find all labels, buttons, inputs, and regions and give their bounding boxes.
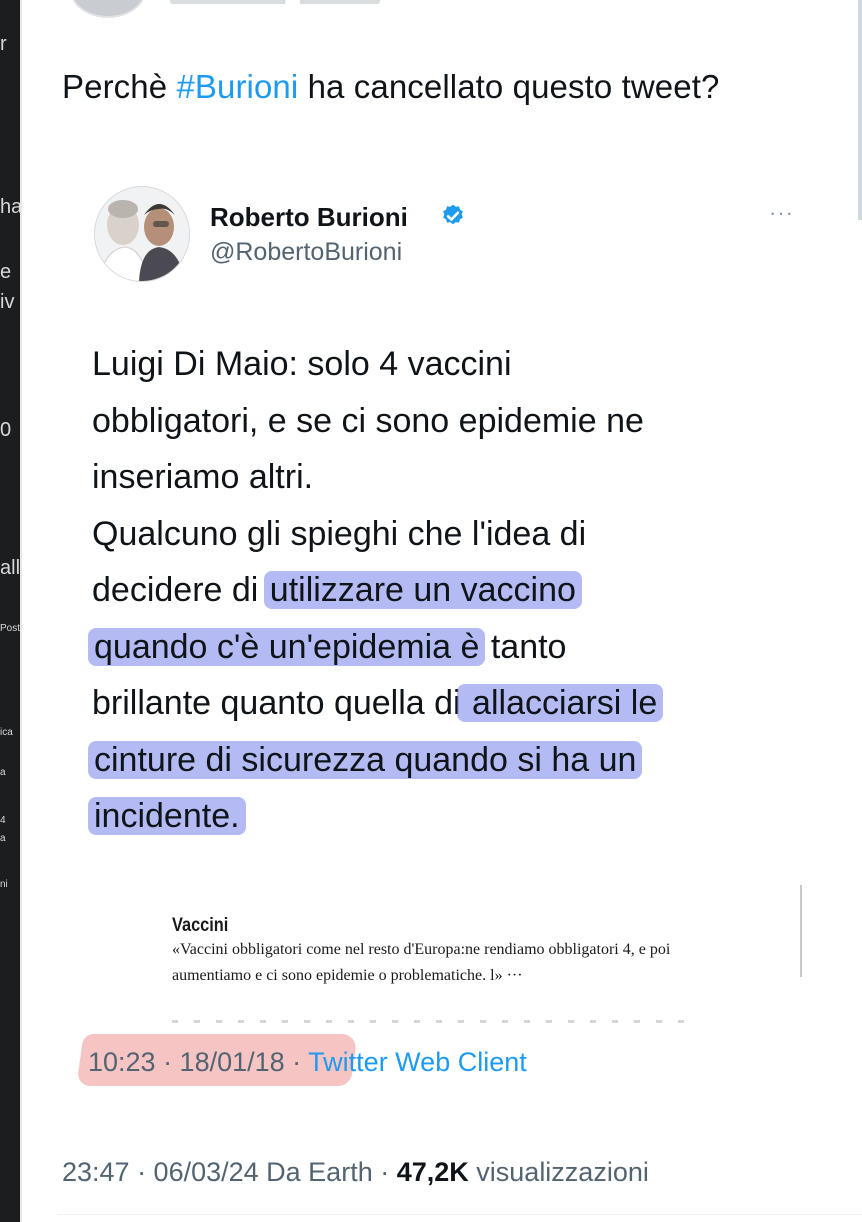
divider — [800, 885, 802, 977]
article-fade — [172, 1020, 692, 1023]
hashtag-link[interactable]: #Burioni — [176, 68, 298, 105]
quoted-display-name: Roberto Burioni — [210, 202, 408, 232]
body-text: brillante quanto quella di — [92, 684, 461, 722]
left-fragment: iv — [0, 291, 15, 313]
article-clipping: Vaccini «Vaccini obbligatori come nel re… — [150, 885, 802, 1023]
article-title: Vaccini — [172, 915, 229, 936]
left-fragment: a — [0, 767, 6, 778]
body-line: Luigi Di Maio: solo 4 vaccini — [92, 345, 512, 383]
scrollbar[interactable] — [858, 0, 862, 220]
tweet-text-end: ha cancellato questo tweet? — [298, 68, 720, 105]
highlighted-text: cinture di sicurezza quando si ha un — [88, 740, 643, 779]
author-name-fragment — [170, 0, 380, 4]
body-line: inseriamo altri. — [92, 458, 314, 496]
left-fragment: 0 — [0, 419, 12, 441]
body-line: obbligatori, e se ci sono epidemie ne — [92, 401, 644, 440]
article-text: «Vaccini obbligatori come nel resto d'Eu… — [172, 941, 671, 958]
body-line: Qualcuno gli spieghi che l'idea di — [92, 514, 587, 553]
left-fragment: ica — [0, 727, 13, 738]
left-background-ui: r ha e iv 0 all Post ica a 4 a ni — [0, 0, 20, 1222]
left-fragment: a — [0, 833, 6, 844]
verified-badge-icon — [443, 204, 463, 225]
tweet-text: Perchè #Burioni ha cancellato questo twe… — [62, 68, 719, 106]
quoted-handle: @RobertoBurioni — [210, 238, 403, 266]
body-line: incidente. — [88, 788, 812, 845]
body-text: tanto — [481, 627, 567, 666]
body-line: brillante quanto quella di allacciarsi l… — [92, 675, 812, 732]
left-fragment: Post — [0, 623, 20, 634]
body-line: decidere di utilizzare un vaccino — [92, 562, 812, 619]
body-line: quando c'è un'epidemia è tanto — [88, 619, 812, 676]
highlighted-text: incidente. — [88, 797, 246, 835]
tweet-timestamp[interactable]: 23:47 · 06/03/24 Da Earth · — [62, 1157, 397, 1187]
left-fragment: e — [0, 261, 12, 283]
tweet-meta: 23:47 · 06/03/24 Da Earth · 47,2K visual… — [62, 1157, 649, 1188]
quoted-timestamp: 10:23 · 18/01/18 · — [88, 1047, 309, 1077]
body-text: decidere di — [92, 571, 268, 609]
left-fragment: ni — [0, 879, 8, 890]
author-avatar[interactable] — [70, 0, 146, 18]
left-fragment: r — [0, 33, 7, 55]
screenshot: r ha e iv 0 all Post ica a 4 a ni Perchè… — [0, 0, 862, 1222]
tweet-text-start: Perchè — [62, 68, 177, 105]
left-fragment: ha — [0, 196, 20, 218]
divider — [20, 0, 22, 1222]
more-options-icon: ··· — [769, 200, 794, 225]
highlighted-text: quando c'è un'epidemia è — [88, 627, 486, 666]
client-link[interactable]: Twitter Web Client — [308, 1047, 527, 1077]
left-fragment: all — [0, 557, 20, 579]
highlighted-text: allacciarsi le — [456, 684, 664, 722]
body-line: cinture di sicurezza quando si ha un — [88, 732, 812, 789]
quoted-tweet-screenshot: Roberto Burioni @RobertoBurioni ··· Luig… — [60, 160, 830, 1120]
views-count: 47,2K — [396, 1157, 469, 1187]
quoted-tweet-meta: 10:23 · 18/01/18 · Twitter Web Client — [88, 1047, 527, 1078]
highlighted-text: utilizzare un vaccino — [263, 571, 582, 609]
views-label: visualizzazioni — [468, 1157, 649, 1187]
divider — [58, 1214, 862, 1215]
left-fragment: 4 — [0, 815, 6, 826]
article-text: aumentiamo e ci sono epidemie o problema… — [172, 967, 523, 984]
quoted-avatar — [94, 186, 190, 282]
quoted-tweet-body: Luigi Di Maio: solo 4 vaccini obbligator… — [88, 336, 812, 845]
